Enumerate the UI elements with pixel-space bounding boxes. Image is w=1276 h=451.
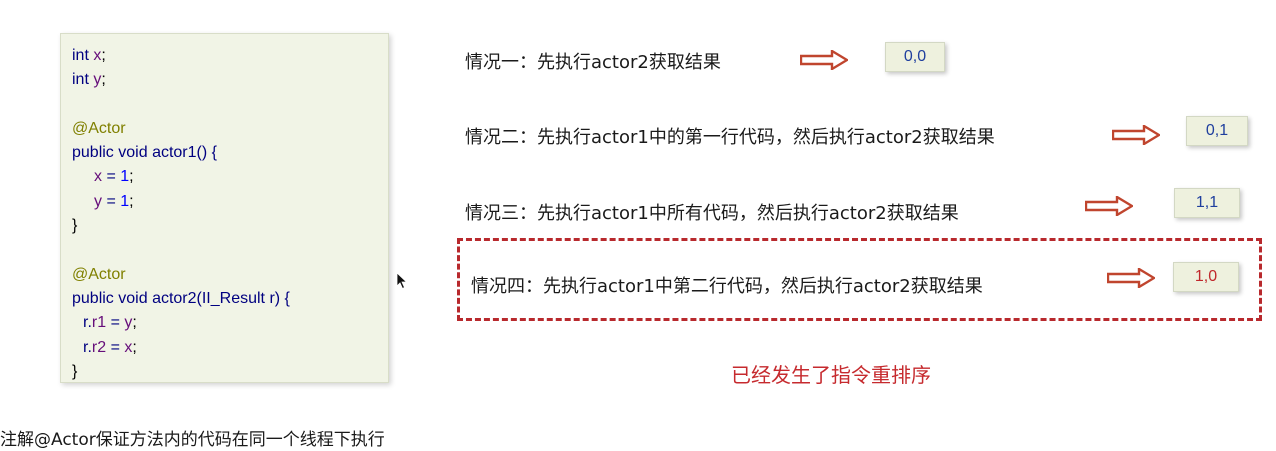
method-params: (II_Result r) { (196, 289, 290, 307)
annotation-note: 注解@Actor保证方法内的代码在同一个线程下执行 (0, 430, 385, 450)
conclusion-text: 已经发生了指令重排序 (731, 363, 931, 387)
semicolon: ; (101, 71, 106, 89)
scenario-1-result: 0,0 (885, 42, 945, 72)
field-name: r1 (91, 314, 107, 332)
closing-brace: } (72, 362, 78, 380)
scenario-3-result: 1,1 (1174, 188, 1240, 218)
number-literal: 1 (120, 192, 130, 210)
method-name: actor1 (152, 144, 197, 162)
semicolon: ; (101, 47, 106, 64)
semicolon: ; (129, 192, 134, 210)
method-params: () { (196, 144, 217, 162)
variable-name: x (94, 168, 102, 186)
semicolon: ; (129, 168, 134, 186)
arrow-right-icon (1112, 125, 1160, 145)
method-modifiers: public void (72, 144, 148, 162)
code-line-annotation-1: @Actor (72, 117, 388, 141)
mouse-cursor-icon (396, 272, 408, 290)
type-keyword: int (72, 71, 89, 89)
method-name: actor2 (152, 289, 197, 307)
arrow-right-icon (1107, 268, 1155, 288)
code-line-method1-close: } (72, 214, 388, 238)
annotation: @Actor (72, 119, 126, 137)
operator: = (102, 168, 121, 186)
code-line-decl-y: int y; (72, 68, 388, 92)
code-line-annotation-2: @Actor (72, 263, 388, 287)
scenario-3-label: 情况三：先执行actor1中所有代码，然后执行actor2获取结果 (465, 203, 959, 224)
closing-brace: } (72, 217, 78, 235)
scenario-2-label: 情况二：先执行actor1中的第一行代码，然后执行actor2获取结果 (465, 127, 995, 148)
code-line-method1-signature: public void actor1() { (72, 141, 388, 165)
semicolon: ; (132, 314, 137, 332)
code-panel: int x; int y; @Actor public void actor1(… (60, 33, 389, 383)
variable-name: y (94, 192, 102, 210)
type-keyword: int (72, 47, 89, 64)
code-line-method2-stmt1: r.r1 = y; (72, 311, 388, 335)
semicolon: ; (132, 338, 137, 356)
code-line-method2-close: } (72, 360, 388, 384)
code-line-method2-signature: public void actor2(II_Result r) { (72, 287, 388, 311)
code-line-method2-stmt2: r.r2 = x; (72, 336, 388, 360)
code-line-method1-stmt2: y = 1; (72, 190, 388, 214)
method-modifiers: public void (72, 289, 148, 307)
scenario-1-label: 情况一：先执行actor2获取结果 (465, 52, 721, 73)
object-ref: r. (83, 314, 92, 332)
code-line-method1-stmt1: x = 1; (72, 165, 388, 189)
field-name: r2 (91, 338, 107, 356)
operator: = (106, 314, 125, 332)
scenario-4-label: 情况四：先执行actor1中第二行代码，然后执行actor2获取结果 (471, 276, 983, 297)
annotation: @Actor (72, 265, 126, 283)
operator: = (102, 192, 121, 210)
arrow-right-icon (1085, 196, 1133, 216)
operator: = (106, 338, 125, 356)
scenario-2-result: 0,1 (1186, 116, 1248, 146)
arrow-right-icon (800, 50, 848, 70)
code-line-decl-x: int x; (72, 44, 388, 68)
object-ref: r. (83, 338, 92, 356)
number-literal: 1 (120, 168, 130, 186)
scenario-4-result: 1,0 (1173, 262, 1239, 292)
